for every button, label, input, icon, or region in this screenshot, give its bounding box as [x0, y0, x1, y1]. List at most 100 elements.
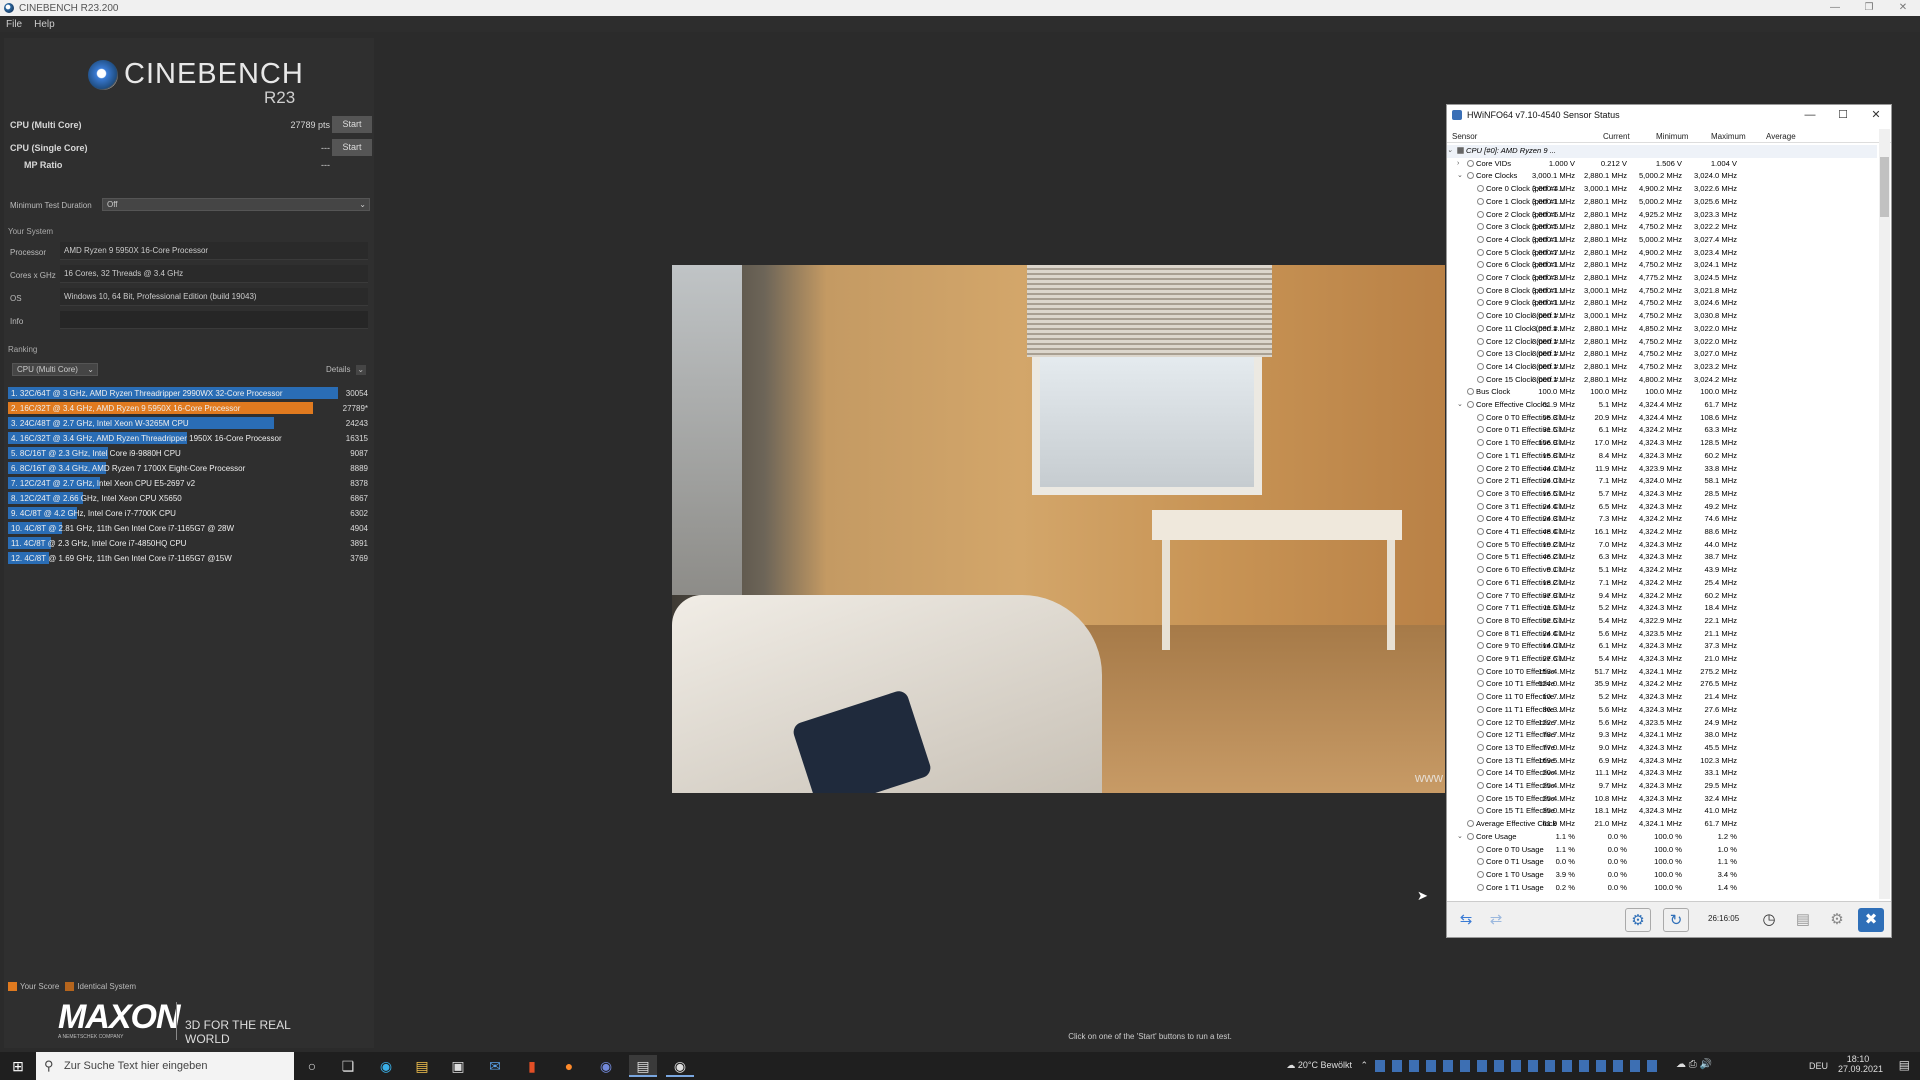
sensor-row[interactable]: Core 14 T1 Effective ... 25.4 MHz 9.7 MHz 4…	[1447, 780, 1877, 793]
sensor-row[interactable]: Core 2 Clock (perf #6... 3,000.1 MHz 2,880…	[1447, 209, 1877, 222]
sensor-row[interactable]: Core 12 Clock (perf #... 3,000.1 MHz 2,880…	[1447, 336, 1877, 349]
minimize-icon[interactable]: —	[1818, 0, 1852, 16]
sensor-row[interactable]: Core 0 T1 Usage 0.0 % 0.0 % 100.0 % 1.1 %	[1447, 856, 1877, 869]
clock[interactable]: 18:10 27.09.2021	[1838, 1054, 1883, 1074]
store-icon[interactable]: ▣	[444, 1055, 472, 1077]
sensor-row[interactable]: Core 5 T0 Effective Cl... 19.2 MHz 7.0 MHz…	[1447, 539, 1877, 552]
sensor-row[interactable]: Core 13 T1 Effective ... 169.5 MHz 6.9 MHz…	[1447, 755, 1877, 768]
sensor-row[interactable]: Core 10 T0 Effective ... 153.4 MHz 51.7 MH…	[1447, 666, 1877, 679]
sensor-row[interactable]: Core 7 T1 Effective Cl... 11.5 MHz 5.2 MHz…	[1447, 602, 1877, 615]
minimize-icon[interactable]: —	[1795, 105, 1825, 125]
sensor-row[interactable]: Core 9 Clock (perf #1... 3,000.1 MHz 2,880…	[1447, 297, 1877, 310]
sensor-row[interactable]: Core 3 Clock (perf #5... 3,000.1 MHz 2,880…	[1447, 221, 1877, 234]
language-indicator[interactable]: DEU	[1809, 1061, 1828, 1071]
ranking-select[interactable]: CPU (Multi Core) ⌄	[12, 363, 98, 376]
col-current[interactable]: Current	[1603, 132, 1630, 141]
sensor-row[interactable]: Core 13 Clock (perf #... 3,000.1 MHz 2,880…	[1447, 348, 1877, 361]
maximize-icon[interactable]: ☐	[1828, 105, 1858, 125]
chevron-up-icon[interactable]: ⌃	[1360, 1060, 1368, 1071]
sensor-row[interactable]: Core 1 T0 Effective Cl... 156.9 MHz 17.0 M…	[1447, 437, 1877, 450]
sensor-row[interactable]: Core 3 T0 Effective Cl... 16.5 MHz 5.7 MHz…	[1447, 488, 1877, 501]
sensor-row[interactable]: Core 5 T1 Effective Cl... 46.2 MHz 6.3 MHz…	[1447, 551, 1877, 564]
sensor-row[interactable]: Core 11 Clock (perf #... 3,000.1 MHz 2,880…	[1447, 323, 1877, 336]
office-icon[interactable]: ▮	[518, 1055, 546, 1077]
cortana-icon[interactable]: ○	[298, 1055, 326, 1077]
taskbar-search[interactable]: ⚲ Zur Suche Text hier eingeben	[36, 1052, 294, 1080]
sensor-row[interactable]: Core 7 Clock (perf #3... 3,000.1 MHz 2,880…	[1447, 272, 1877, 285]
tray-sensor-icons[interactable]	[1375, 1060, 1660, 1072]
collapse-icon[interactable]: ⌄	[1447, 145, 1453, 158]
sensor-row[interactable]: Bus Clock 100.0 MHz 100.0 MHz 100.0 MHz 100.…	[1447, 386, 1877, 399]
start-multi-button[interactable]: Start	[332, 116, 372, 133]
firefox-icon[interactable]: ●	[555, 1055, 583, 1077]
sensor-row[interactable]: Core 1 T1 Effective Cl... 15.8 MHz 8.4 MHz…	[1447, 450, 1877, 463]
sensor-row[interactable]: Core 9 T1 Effective Cl... 27.6 MHz 5.4 MHz…	[1447, 653, 1877, 666]
sensor-row[interactable]: Core 9 T0 Effective Cl... 14.0 MHz 6.1 MHz…	[1447, 640, 1877, 653]
sensor-row[interactable]: Core 1 Clock (perf #1... 3,000.1 MHz 2,880…	[1447, 196, 1877, 209]
sensor-row[interactable]: Average Effective Clock 61.9 MHz 21.0 MHz 4…	[1447, 818, 1877, 831]
tray-system-icons[interactable]: ☁ ⎙ 🔊	[1676, 1059, 1786, 1070]
sensor-row[interactable]: Core 6 T1 Effective Cl... 18.2 MHz 7.1 MHz…	[1447, 577, 1877, 590]
scrollbar-thumb[interactable]	[1880, 157, 1889, 217]
details-button[interactable]: Details ⌄	[326, 365, 366, 375]
hwinfo-taskbar-icon[interactable]: ▤	[629, 1055, 657, 1077]
close-icon[interactable]: ✕	[1861, 105, 1891, 125]
expand-icon[interactable]: ›	[1457, 158, 1459, 171]
edge-icon[interactable]: ◉	[372, 1055, 400, 1077]
collapse-icon[interactable]: ⌄	[1457, 170, 1463, 183]
nav-skip-icon[interactable]: ⇄	[1483, 908, 1509, 932]
sensor-row[interactable]: Core 11 T0 Effective ... 10.7 MHz 5.2 MHz 4…	[1447, 691, 1877, 704]
weather-widget[interactable]: ☁ 20°C Bewölkt	[1286, 1060, 1352, 1071]
col-maximum[interactable]: Maximum	[1711, 132, 1746, 141]
sensor-row[interactable]: Core 8 T1 Effective Cl... 24.4 MHz 5.6 MHz…	[1447, 628, 1877, 641]
sensor-row[interactable]: Core 8 Clock (perf #1... 3,000.1 MHz 3,000…	[1447, 285, 1877, 298]
sensor-row[interactable]: Core 0 T1 Effective Cl... 31.5 MHz 6.1 MHz…	[1447, 424, 1877, 437]
sensor-config-icon[interactable]: ⚙	[1625, 908, 1651, 932]
restore-icon[interactable]: ❐	[1852, 0, 1886, 16]
nav-left-right-icon[interactable]: ⇆	[1453, 908, 1479, 932]
sensor-row[interactable]: Core 15 T1 Effective ... 35.0 MHz 18.1 MHz…	[1447, 805, 1877, 818]
collapse-icon[interactable]: ⌄	[1457, 399, 1463, 412]
sensor-row[interactable]: Core 12 T1 Effective ... 78.7 MHz 9.3 MHz 4…	[1447, 729, 1877, 742]
sensor-row[interactable]: Core 0 T0 Effective Cl... 55.3 MHz 20.9 MH…	[1447, 412, 1877, 425]
sensor-row[interactable]: Core 4 T0 Effective Cl... 24.3 MHz 7.3 MHz…	[1447, 513, 1877, 526]
col-average[interactable]: Average	[1766, 132, 1796, 141]
sensor-row[interactable]: Core 2 T1 Effective Cl... 24.0 MHz 7.1 MHz…	[1447, 475, 1877, 488]
sensor-row[interactable]: Core 10 Clock (perf #... 3,000.1 MHz 3,000…	[1447, 310, 1877, 323]
log-icon[interactable]: ▤	[1790, 908, 1816, 932]
sensor-scrollbar[interactable]	[1879, 129, 1890, 899]
file-explorer-icon[interactable]: ▤	[408, 1055, 436, 1077]
clock-icon[interactable]: ◷	[1756, 908, 1782, 932]
settings-icon[interactable]: ⚙	[1824, 908, 1850, 932]
sensor-row[interactable]: ⌄ Core Effective Clocks 61.9 MHz 5.1 MHz 4,3…	[1447, 399, 1877, 412]
sensor-row[interactable]: › Core VIDs 1.000 V 0.212 V 1.506 V 1.004 V	[1447, 158, 1877, 171]
cinebench-taskbar-icon[interactable]: ◉	[666, 1055, 694, 1077]
sensor-row[interactable]: Core 14 T0 Effective ... 20.4 MHz 11.1 MHz…	[1447, 767, 1877, 780]
hwinfo-window[interactable]: HWiNFO64 v7.10-4540 Sensor Status — ☐ ✕ …	[1446, 104, 1892, 938]
sensor-row[interactable]: Core 1 T0 Usage 3.9 % 0.0 % 100.0 % 3.4 %	[1447, 869, 1877, 882]
sensor-row[interactable]: Core 8 T0 Effective Cl... 52.5 MHz 5.4 MHz…	[1447, 615, 1877, 628]
sensor-row[interactable]: Core 4 Clock (perf #1... 3,000.1 MHz 2,880…	[1447, 234, 1877, 247]
sensor-row[interactable]: Core 6 T0 Effective Cl... 9.1 MHz 5.1 MHz 4…	[1447, 564, 1877, 577]
discord-icon[interactable]: ◉	[592, 1055, 620, 1077]
col-minimum[interactable]: Minimum	[1656, 132, 1688, 141]
sensor-row[interactable]: Core 11 T1 Effective ... 36.3 MHz 5.6 MHz 4…	[1447, 704, 1877, 717]
close-sensors-icon[interactable]: ✖	[1858, 908, 1884, 932]
sensor-row[interactable]: ⌄ Core Usage 1.1 % 0.0 % 100.0 % 1.2 %	[1447, 831, 1877, 844]
notification-icon[interactable]: ▤	[1899, 1058, 1910, 1072]
min-duration-select[interactable]: Off ⌄	[102, 198, 370, 211]
sensor-row[interactable]: Core 0 T0 Usage 1.1 % 0.0 % 100.0 % 1.0 %	[1447, 844, 1877, 857]
mail-icon[interactable]: ✉	[481, 1055, 509, 1077]
sensor-row[interactable]: ⌄ CPU [#0]: AMD Ryzen 9 ...	[1447, 145, 1877, 158]
start-single-button[interactable]: Start	[332, 139, 372, 156]
sensor-row[interactable]: Core 4 T1 Effective Cl... 48.4 MHz 16.1 MH…	[1447, 526, 1877, 539]
sensor-row[interactable]: Core 13 T0 Effective ... 77.0 MHz 9.0 MHz 4…	[1447, 742, 1877, 755]
task-view-icon[interactable]: ❏	[334, 1055, 362, 1077]
sensor-row[interactable]: Core 0 Clock (perf #4... 3,000.1 MHz 3,000…	[1447, 183, 1877, 196]
hwinfo-titlebar[interactable]: HWiNFO64 v7.10-4540 Sensor Status — ☐ ✕	[1447, 105, 1891, 125]
sensor-row[interactable]: Core 6 Clock (perf #1... 3,000.1 MHz 2,880…	[1447, 259, 1877, 272]
windows-start-icon[interactable]: ⊞	[8, 1056, 28, 1076]
close-icon[interactable]: ✕	[1886, 0, 1920, 16]
sensor-row[interactable]: Core 1 T1 Usage 0.2 % 0.0 % 100.0 % 1.4 %	[1447, 882, 1877, 895]
sensor-row[interactable]: Core 2 T0 Effective Cl... 44.1 MHz 11.9 MH…	[1447, 463, 1877, 476]
